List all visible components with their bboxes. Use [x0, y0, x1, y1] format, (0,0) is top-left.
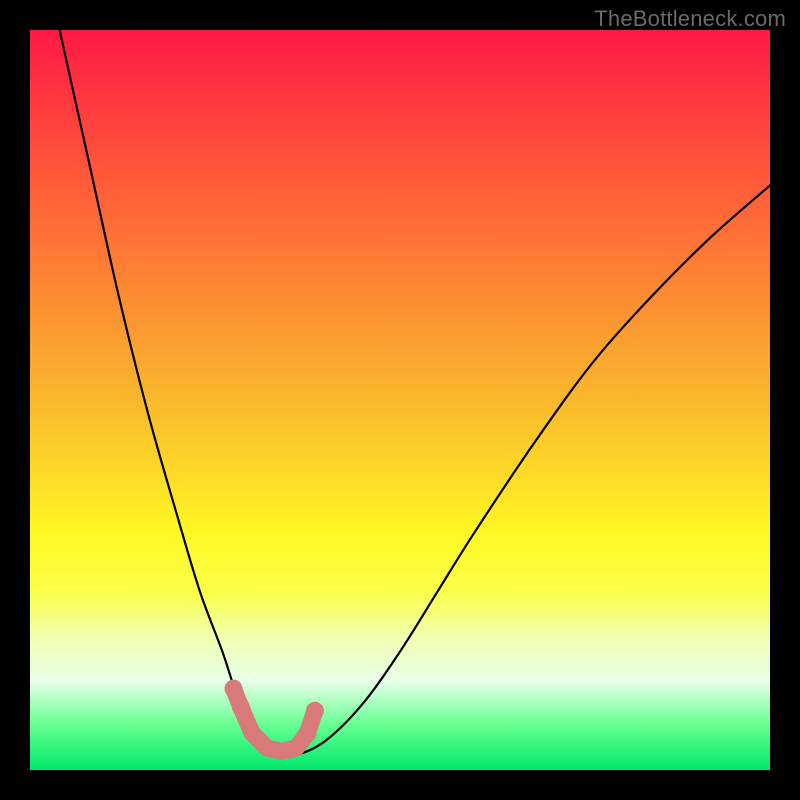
watermark-text: TheBottleneck.com — [594, 6, 786, 32]
optimal-zone-stroke — [234, 689, 315, 752]
bottleneck-curve-line — [60, 30, 770, 757]
optimal-zone-highlight — [225, 680, 324, 752]
optimal-zone-dot — [306, 702, 324, 720]
optimal-zone-dot — [299, 724, 317, 742]
chart-svg — [30, 30, 770, 770]
chart-plot-area — [30, 30, 770, 770]
optimal-zone-dot — [232, 698, 250, 716]
optimal-zone-dot — [225, 680, 243, 698]
